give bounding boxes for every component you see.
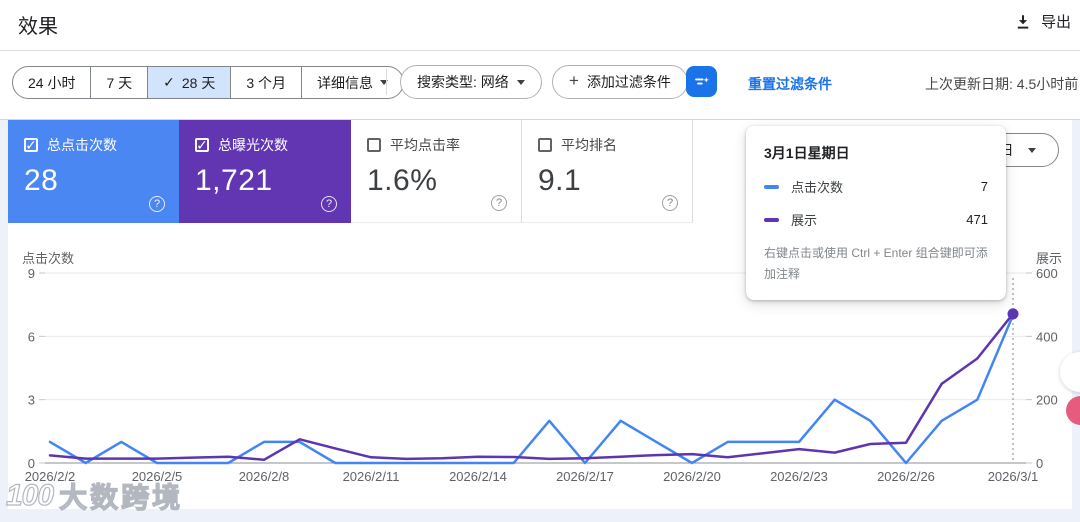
export-button[interactable]: 导出 (1014, 11, 1071, 32)
date-range-3m[interactable]: 3 个月 (231, 67, 303, 98)
date-range-7d[interactable]: 7 天 (91, 67, 149, 98)
tooltip-row-impressions: 展示 471 (764, 210, 988, 229)
help-icon[interactable]: ? (149, 196, 165, 212)
svg-text:2026/2/8: 2026/2/8 (239, 469, 290, 484)
page-title: 效果 (18, 16, 58, 38)
svg-text:2026/2/26: 2026/2/26 (877, 469, 935, 484)
svg-text:2026/2/14: 2026/2/14 (449, 469, 507, 484)
tooltip-date: 3月1日星期日 (764, 145, 850, 161)
date-range-details-dropdown[interactable]: 详细信息 (302, 67, 403, 98)
checkmark-icon: ✓ (163, 74, 175, 90)
download-icon (1017, 14, 1029, 29)
help-icon[interactable]: ? (321, 196, 337, 212)
svg-text:3: 3 (28, 393, 35, 408)
svg-text:200: 200 (1036, 393, 1058, 408)
last-updated-text: 上次更新日期: 4.5小时前 (925, 76, 1079, 92)
metric-label: 总曝光次数 (218, 137, 288, 153)
plus-icon: + (569, 71, 579, 90)
svg-text:2026/2/17: 2026/2/17 (556, 469, 614, 484)
header-divider (0, 50, 1080, 51)
metric-value: 28 (24, 164, 59, 197)
date-range-group: 24 小时 7 天 ✓ 28 天 3 个月 详细信息 (12, 66, 405, 99)
svg-text:600: 600 (1036, 266, 1058, 281)
tooltip-row-clicks: 点击次数 7 (764, 177, 988, 196)
date-range-28d-selected[interactable]: ✓ 28 天 (148, 67, 232, 98)
svg-text:2026/2/11: 2026/2/11 (343, 469, 400, 484)
checkbox-unchecked-icon[interactable] (367, 138, 381, 152)
tooltip-annotation-hint: 右键点击或使用 Ctrl + Enter 组合键即可添加注释 (764, 246, 988, 281)
metric-label: 平均点击率 (390, 137, 460, 153)
svg-text:2026/3/1: 2026/3/1 (988, 469, 1039, 484)
svg-text:2026/2/20: 2026/2/20 (663, 469, 721, 484)
clicks-series-swatch (764, 184, 779, 189)
help-icon[interactable]: ? (662, 195, 678, 211)
reset-filters-link[interactable]: 重置过滤条件 (748, 74, 832, 94)
tune-sparkle-icon (695, 77, 709, 85)
filter-toggle-button[interactable] (686, 66, 717, 97)
metric-card-average-position[interactable]: 平均排名 9.1 ? (522, 120, 693, 223)
svg-text:2026/2/23: 2026/2/23 (770, 469, 828, 484)
metric-card-total-clicks[interactable]: ✓ 总点击次数 28 ? (8, 120, 179, 223)
chart-tooltip: 3月1日星期日 点击次数 7 展示 471 右键点击或使用 Ctrl + Ent… (746, 126, 1006, 300)
checkbox-checked-icon[interactable]: ✓ (24, 138, 38, 152)
search-console-performance-page: 效果 导出 24 小时 7 天 ✓ 28 天 3 个月 详细信息 搜索类型: 网… (0, 0, 1080, 522)
metric-card-total-impressions[interactable]: ✓ 总曝光次数 1,721 ? (179, 120, 351, 223)
checkbox-unchecked-icon[interactable] (538, 138, 552, 152)
metric-value: 1.6% (367, 164, 438, 197)
date-range-24h[interactable]: 24 小时 (13, 67, 92, 98)
chevron-down-icon (516, 79, 525, 89)
svg-text:9: 9 (28, 266, 35, 281)
checkbox-checked-icon[interactable]: ✓ (195, 138, 209, 152)
chevron-down-icon (1027, 147, 1036, 157)
export-label: 导出 (1041, 14, 1072, 31)
svg-text:2026/2/5: 2026/2/5 (132, 469, 183, 484)
metric-value: 1,721 (195, 164, 273, 197)
add-filter-button[interactable]: + 添加过滤条件 (552, 65, 688, 99)
search-type-dropdown[interactable]: 搜索类型: 网络 (400, 65, 542, 99)
svg-text:2026/2/2: 2026/2/2 (25, 469, 76, 484)
metric-value: 9.1 (538, 164, 582, 197)
metric-label: 总点击次数 (47, 137, 117, 153)
svg-text:6: 6 (28, 329, 35, 344)
impressions-series-swatch (764, 217, 779, 222)
metric-label: 平均排名 (561, 137, 617, 153)
metric-card-average-ctr[interactable]: 平均点击率 1.6% ? (351, 120, 522, 223)
svg-text:400: 400 (1036, 329, 1058, 344)
help-icon[interactable]: ? (491, 195, 507, 211)
filter-separator (386, 69, 387, 95)
